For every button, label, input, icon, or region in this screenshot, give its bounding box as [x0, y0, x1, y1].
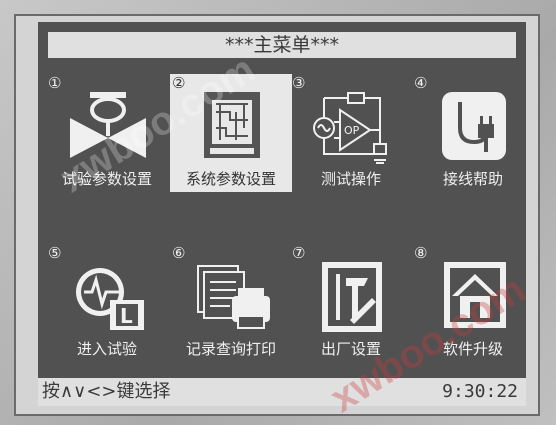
status-bar: 按∧∨<>键选择 9:30:22: [38, 378, 526, 406]
plug-icon: [442, 92, 506, 160]
menu-item-number: ⑤: [48, 244, 62, 262]
menu-item-number: ③: [292, 74, 306, 92]
circuit-board-icon: [204, 92, 260, 158]
printer-icon: [197, 265, 270, 329]
menu-item-number: ⑥: [172, 244, 186, 262]
opamp-circuit-icon: OP: [313, 92, 387, 164]
menu-item-number: ①: [48, 74, 62, 92]
menu-item-number: ②: [172, 74, 186, 92]
screen-frame: ***主菜单*** ① 试验参数设置 ② 系统参数设置 ③ OP 测试操作 ④ …: [14, 14, 540, 421]
menu-item-test-operation[interactable]: ③ OP 测试操作: [290, 74, 412, 192]
clock-waveform-icon: L: [76, 268, 144, 330]
menu-item-factory-settings[interactable]: ⑦ 出厂设置: [290, 244, 412, 362]
valve-icon: [70, 92, 146, 158]
menu-item-label: 出厂设置: [320, 340, 381, 358]
device-bezel: ***主菜单*** ① 试验参数设置 ② 系统参数设置 ③ OP 测试操作 ④ …: [0, 0, 556, 425]
menu-item-number: ④: [414, 74, 428, 92]
lcd-display: ***主菜单*** ① 试验参数设置 ② 系统参数设置 ③ OP 测试操作 ④ …: [38, 22, 533, 421]
menu-item-wiring-help[interactable]: ④ 接线帮助: [412, 74, 534, 192]
clock: 9:30:22: [442, 381, 518, 402]
menu-item-label: 试验参数设置: [61, 170, 152, 188]
menu-item-label: 软件升级: [442, 340, 503, 358]
svg-text:L: L: [120, 304, 133, 328]
menu-item-label: 接线帮助: [442, 170, 503, 188]
menu-item-number: ⑧: [414, 244, 428, 262]
menu-item-label: 记录查询打印: [185, 340, 276, 358]
menu-item-label: 进入试验: [76, 340, 137, 358]
menu-item-software-upgrade[interactable]: ⑧ 软件升级: [412, 244, 534, 362]
menu-item-number: ⑦: [292, 244, 306, 262]
svg-text:OP: OP: [344, 124, 360, 137]
menu-item-test-params[interactable]: ① 试验参数设置: [46, 74, 168, 192]
menu-item-label: 系统参数设置: [185, 170, 276, 188]
menu-item-start-test[interactable]: ⑤ L 进入试验: [46, 244, 168, 362]
menu-item-records-print[interactable]: ⑥ 记录查询打印: [170, 244, 292, 362]
menu-item-system-params[interactable]: ② 系统参数设置: [170, 74, 292, 192]
key-hint: 按∧∨<>键选择: [42, 381, 171, 402]
house-icon: [444, 262, 506, 328]
tools-icon: [322, 262, 382, 332]
title-bar: ***主菜单***: [48, 32, 516, 58]
menu-item-label: 测试操作: [320, 170, 381, 188]
page-title: ***主菜单***: [224, 34, 339, 56]
